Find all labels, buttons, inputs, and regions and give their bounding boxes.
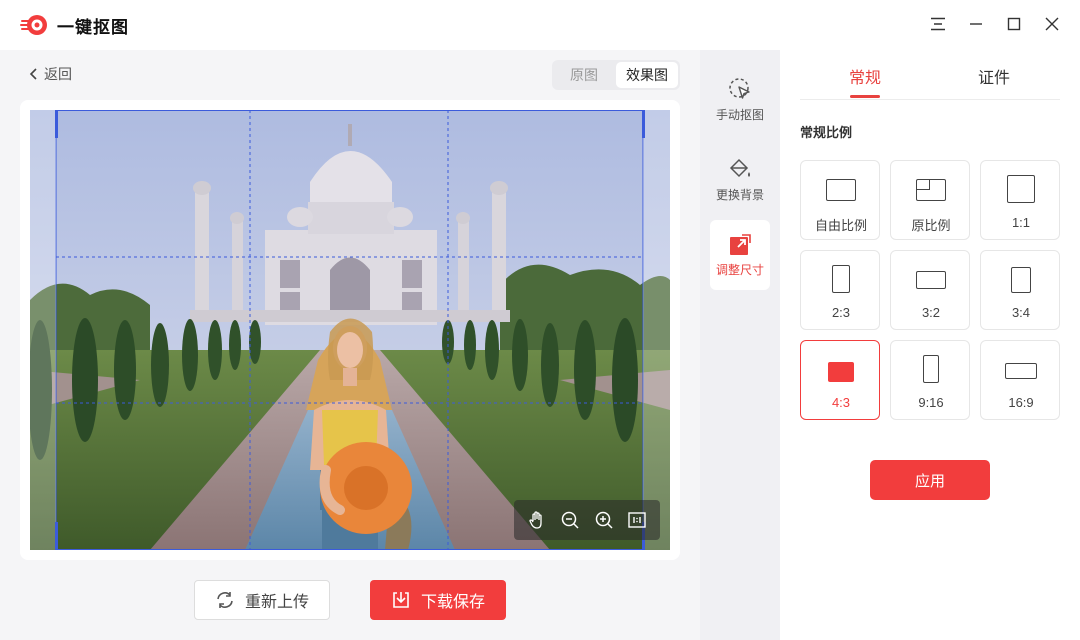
ratio-3-4-shape	[1011, 267, 1031, 293]
hand-icon[interactable]	[526, 509, 548, 531]
ratio-label: 9:16	[918, 395, 944, 410]
ratio-3-2[interactable]: 3:2	[890, 250, 970, 330]
download-icon	[393, 592, 409, 608]
image-toolbar	[514, 500, 660, 540]
reupload-button[interactable]: 重新上传	[194, 580, 330, 620]
close-icon[interactable]	[1042, 14, 1062, 34]
active-tab-indicator	[850, 95, 880, 98]
menu-icon[interactable]	[928, 14, 948, 34]
title-bar: 一键抠图	[0, 0, 1080, 50]
refresh-icon	[217, 592, 233, 608]
maximize-icon[interactable]	[1004, 14, 1024, 34]
ratio-2-3[interactable]: 2:3	[800, 250, 880, 330]
ratio-original-inner	[916, 179, 930, 190]
ratio-16-9[interactable]: 16:9	[980, 340, 1060, 420]
settings-panel: 常规 证件 常规比例 自由比例 原比例 1:1 2:3 3:2 3:4 4:3 …	[780, 50, 1080, 640]
tab-regular[interactable]: 常规	[849, 64, 881, 88]
ratio-label: 3:2	[921, 305, 941, 320]
ratio-4-3-shape	[828, 362, 854, 382]
tool-label: 调整尺寸	[715, 262, 764, 277]
app-title: 一键抠图	[57, 18, 129, 37]
ratio-original[interactable]: 原比例	[890, 160, 970, 240]
ratio-3-4[interactable]: 3:4	[980, 250, 1060, 330]
tab-id-photo[interactable]: 证件	[978, 64, 1010, 88]
ratio-4-3[interactable]: 4:3	[800, 340, 880, 420]
ratio-label: 自由比例	[814, 218, 867, 233]
resize-icon	[730, 233, 751, 255]
reupload-label: 重新上传	[244, 594, 309, 611]
ratio-label: 3:4	[1011, 305, 1031, 320]
tool-resize[interactable]: 调整尺寸	[710, 220, 770, 290]
edited-photo[interactable]	[30, 110, 670, 550]
ratio-9-16[interactable]: 9:16	[890, 340, 970, 420]
tool-column: 手动抠图 更换背景 调整尺寸	[700, 50, 780, 640]
tab-divider	[800, 99, 1060, 100]
ratio-free[interactable]: 自由比例	[800, 160, 880, 240]
back-label: 返回	[44, 66, 72, 82]
ratio-2-3-shape	[832, 265, 850, 293]
tool-label: 手动抠图	[715, 107, 764, 122]
ratio-3-2-shape	[916, 271, 946, 289]
actual-size-icon[interactable]	[626, 509, 648, 531]
zoom-in-icon[interactable]	[593, 509, 615, 531]
ratio-1-1-shape	[1007, 175, 1035, 203]
ratio-label: 1:1	[1011, 215, 1031, 230]
zoom-out-icon[interactable]	[559, 509, 581, 531]
apply-button[interactable]: 应用	[870, 460, 990, 500]
ratio-16-9-shape	[1005, 363, 1037, 379]
ratio-free-shape	[826, 179, 856, 201]
download-label: 下载保存	[420, 594, 485, 611]
app-logo-icon	[20, 15, 47, 35]
chevron-left-icon	[29, 68, 37, 80]
taj-mahal-photo	[30, 110, 670, 550]
view-result-tab[interactable]: 效果图	[616, 62, 678, 88]
ratio-label: 16:9	[1008, 395, 1034, 410]
ratio-label: 2:3	[831, 305, 851, 320]
download-button[interactable]: 下载保存	[370, 580, 506, 620]
tool-label: 更换背景	[715, 187, 764, 202]
ratio-label: 4:3	[831, 395, 851, 410]
minimize-icon[interactable]	[966, 14, 986, 34]
cursor-select-icon	[729, 77, 750, 99]
section-title: 常规比例	[800, 125, 853, 140]
tool-manual-cutout[interactable]: 手动抠图	[710, 64, 770, 134]
ratio-1-1[interactable]: 1:1	[980, 160, 1060, 240]
ratio-9-16-shape	[923, 355, 939, 383]
view-toggle: 原图 效果图	[552, 60, 680, 90]
ratio-label: 原比例	[911, 218, 951, 233]
back-button[interactable]: 返回	[28, 64, 72, 84]
tool-change-background[interactable]: 更换背景	[710, 144, 770, 214]
paint-bucket-icon	[729, 158, 750, 177]
view-original-tab[interactable]: 原图	[556, 62, 612, 88]
